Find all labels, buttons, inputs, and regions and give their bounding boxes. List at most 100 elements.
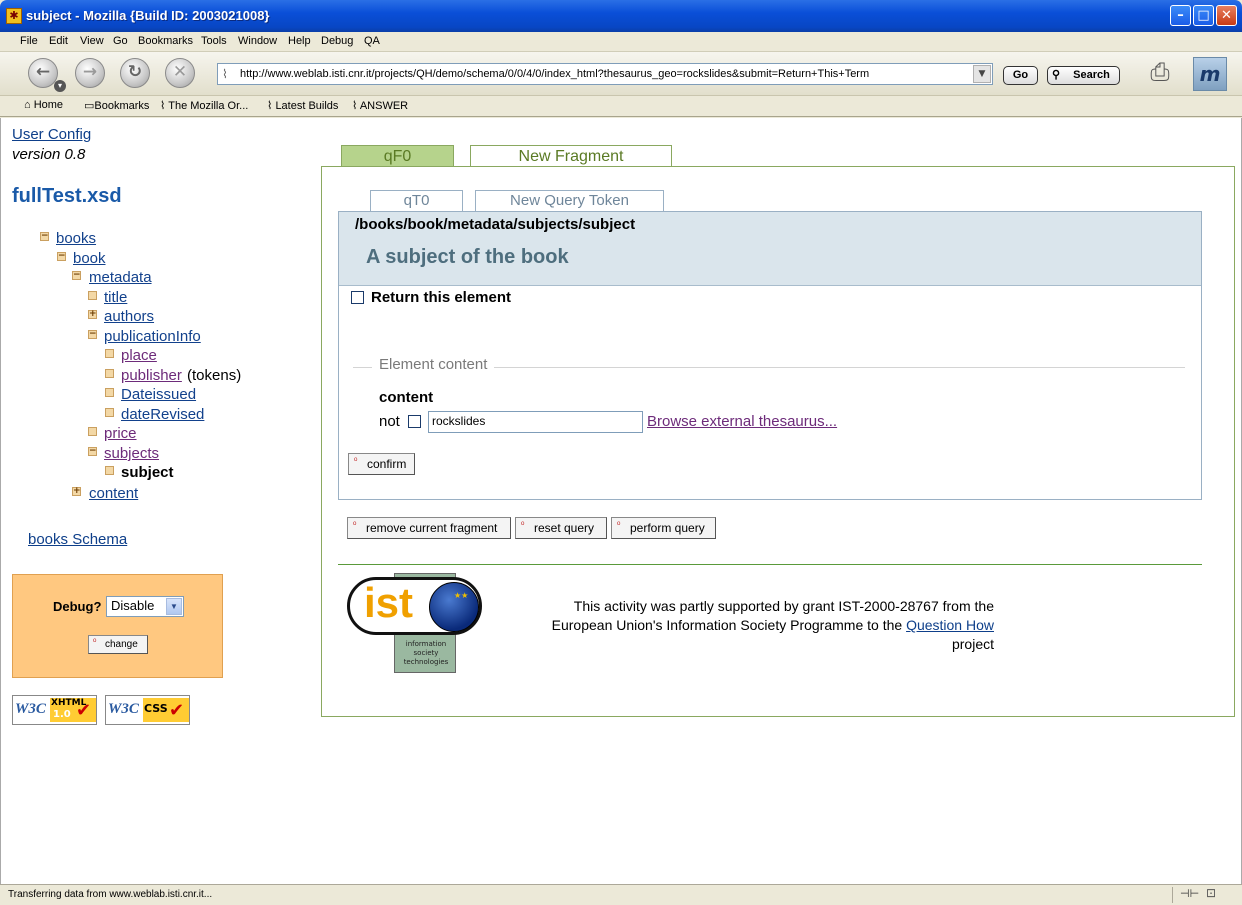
go-button[interactable]: Go — [1003, 66, 1038, 85]
page-icon: ⌇ — [222, 67, 228, 81]
back-dropdown-icon[interactable]: ▾ — [54, 80, 66, 92]
url-dropdown-icon[interactable]: ▼ — [973, 65, 991, 83]
footer-text: This activity was partly supported by gr… — [494, 597, 994, 654]
perform-query-label: perform query — [630, 521, 705, 535]
bookmark-icon: ⌇ — [160, 100, 169, 112]
window-title-bar[interactable]: ✱ subject - Mozilla {Build ID: 200302100… — [0, 0, 1242, 32]
browse-thesaurus-link[interactable]: Browse external thesaurus... — [647, 413, 837, 430]
content-label: content — [379, 389, 434, 406]
minimize-icon[interactable]: – — [1170, 5, 1191, 26]
maximize-icon[interactable]: □ — [1193, 5, 1214, 26]
expand-icon[interactable]: + — [88, 310, 97, 319]
leaf-icon — [105, 466, 114, 475]
url-bar[interactable]: ⌇ http://www.weblab.isti.cnr.it/projects… — [217, 63, 993, 85]
expand-icon[interactable]: + — [72, 487, 81, 496]
stop-button[interactable]: ✕ — [165, 58, 195, 88]
leaf-icon — [105, 369, 114, 378]
tab-qt0[interactable]: qT0 — [370, 190, 463, 211]
tree-node-metadata[interactable]: metadata — [89, 269, 152, 286]
menu-view[interactable]: View — [80, 35, 104, 47]
tree-node-dateissued[interactable]: Dateissued — [121, 386, 196, 403]
menu-bookmarks[interactable]: Bookmarks — [138, 35, 193, 47]
tree-node-title[interactable]: title — [104, 289, 127, 306]
tree-node-content[interactable]: content — [89, 485, 138, 502]
tab-new-fragment[interactable]: New Fragment — [470, 145, 672, 167]
collapse-icon[interactable]: − — [88, 330, 97, 339]
print-icon[interactable]: ⎙ — [1143, 58, 1177, 88]
status-text: Transferring data from www.weblab.isti.c… — [8, 889, 213, 900]
home-icon: ⌂ — [24, 99, 34, 111]
reset-query-button[interactable]: ᵒ reset query — [515, 517, 607, 539]
debug-select[interactable]: Disable ▼ — [106, 596, 184, 617]
bookmark-answer[interactable]: ⌇ ANSWER — [352, 99, 408, 112]
element-path: /books/book/metadata/subjects/subject — [355, 216, 636, 233]
tree-node-book[interactable]: book — [73, 250, 106, 267]
menu-file[interactable]: File — [20, 35, 38, 47]
remove-fragment-button[interactable]: ᵒ remove current fragment — [347, 517, 511, 539]
tree-node-publicationinfo[interactable]: publicationInfo — [104, 328, 201, 345]
button-icon: ᵒ — [353, 519, 357, 529]
menu-qa[interactable]: QA — [364, 35, 380, 47]
collapse-icon[interactable]: − — [57, 252, 66, 261]
menu-tools[interactable]: Tools — [201, 35, 227, 47]
xhtml-label-box: XHTML 1.0 ✔ — [50, 698, 96, 722]
url-text[interactable]: http://www.weblab.isti.cnr.it/projects/Q… — [240, 68, 869, 80]
question-how-link[interactable]: Question How — [906, 617, 994, 633]
return-element-checkbox[interactable] — [351, 291, 364, 304]
close-icon[interactable]: ✕ — [1216, 5, 1237, 26]
w3c-css-badge[interactable]: W3C CSS ✔ — [105, 695, 190, 725]
bookmark-mozilla-org[interactable]: ⌇ The Mozilla Or... — [160, 99, 248, 112]
css-text: CSS — [144, 702, 168, 715]
remove-fragment-label: remove current fragment — [366, 521, 498, 535]
menu-edit[interactable]: Edit — [49, 35, 68, 47]
search-button[interactable]: ⚲ Search — [1047, 66, 1120, 85]
tree-node-price[interactable]: price — [104, 425, 137, 442]
navigation-toolbar: ← ▾ → ↻ ✕ ⌇ http://www.weblab.isti.cnr.i… — [0, 52, 1242, 96]
forward-button[interactable]: → — [75, 58, 105, 88]
debug-select-value: Disable — [111, 598, 155, 613]
version-label: version 0.8 — [12, 146, 86, 163]
tab-new-query-token[interactable]: New Query Token — [475, 190, 664, 211]
xhtml-version: 1.0 — [53, 709, 71, 720]
menu-help[interactable]: Help — [288, 35, 311, 47]
menu-window[interactable]: Window — [238, 35, 277, 47]
fragment-panel: qT0 New Query Token /books/book/metadata… — [321, 166, 1235, 717]
footer-divider — [338, 564, 1202, 565]
tree-node-daterevised[interactable]: dateRevised — [121, 406, 204, 423]
user-config-link[interactable]: User Config — [12, 126, 91, 143]
bookmark-home[interactable]: ⌂ Home — [24, 99, 63, 111]
query-token-panel: /books/book/metadata/subjects/subject A … — [338, 211, 1202, 500]
perform-query-button[interactable]: ᵒ perform query — [611, 517, 716, 539]
tree-node-publisher[interactable]: publisher — [121, 367, 182, 384]
debug-change-button[interactable]: ᵒ change — [88, 635, 148, 654]
tree-node-books[interactable]: books — [56, 230, 96, 247]
bookmark-label: The Mozilla Or... — [168, 100, 249, 112]
checkmark-icon: ✔ — [169, 700, 185, 721]
leaf-icon — [105, 408, 114, 417]
reload-button[interactable]: ↻ — [120, 58, 150, 88]
tree-node-subjects[interactable]: subjects — [104, 445, 159, 462]
tab-qf0[interactable]: qF0 — [341, 145, 454, 167]
checkmark-icon: ✔ — [76, 700, 92, 721]
leaf-icon — [88, 291, 97, 300]
menu-go[interactable]: Go — [113, 35, 128, 47]
connection-icon: ⊣⊢ — [1180, 887, 1200, 900]
button-icon: ᵒ — [617, 519, 621, 529]
w3c-xhtml-badge[interactable]: W3C XHTML 1.0 ✔ — [12, 695, 97, 725]
bookmark-bookmarks[interactable]: ▭Bookmarks — [84, 99, 149, 112]
confirm-button[interactable]: ᵒ confirm — [348, 453, 415, 475]
menu-debug[interactable]: Debug — [321, 35, 353, 47]
debug-label: Debug? — [53, 599, 102, 614]
status-bar: Transferring data from www.weblab.isti.c… — [0, 884, 1242, 905]
tree-node-place[interactable]: place — [121, 347, 157, 364]
books-schema-link[interactable]: books Schema — [28, 531, 127, 548]
collapse-icon[interactable]: − — [88, 447, 97, 456]
collapse-icon[interactable]: − — [40, 232, 49, 241]
bookmark-latest-builds[interactable]: ⌇ Latest Builds — [267, 99, 338, 112]
not-checkbox[interactable] — [408, 415, 421, 428]
ist-sub-line: technologies — [403, 658, 449, 666]
content-value-input[interactable]: rockslides — [428, 411, 643, 433]
tree-node-authors[interactable]: authors — [104, 308, 154, 325]
chevron-down-icon[interactable]: ▼ — [166, 598, 182, 615]
collapse-icon[interactable]: − — [72, 271, 81, 280]
